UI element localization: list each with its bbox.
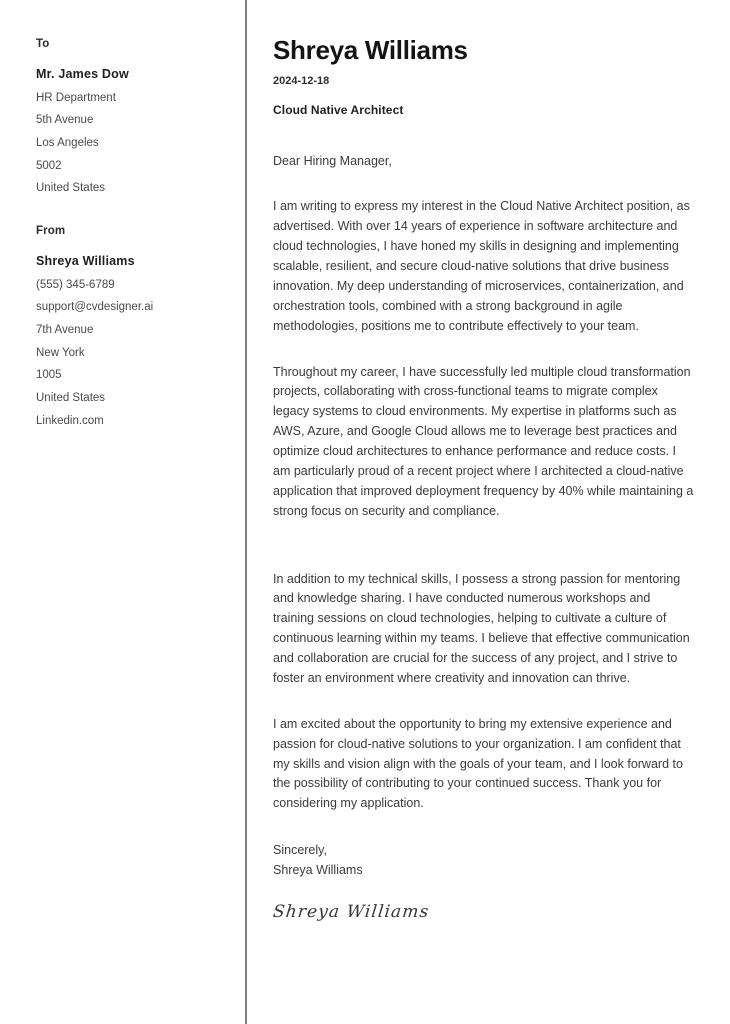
recipient-line: HR Department <box>36 91 116 104</box>
closing-name: Shreya Williams <box>273 863 363 878</box>
sender-line: United States <box>36 392 106 405</box>
letter-body: Shreya Williams 2024-12-18 Cloud Native … <box>246 0 730 1024</box>
sender-line: 7th Avenue <box>36 324 94 337</box>
recipient-line: Los Angeles <box>36 137 99 150</box>
recipient-line: United States <box>36 182 106 195</box>
sender-label: From <box>36 225 66 238</box>
recipient-line: 5th Avenue <box>36 114 94 127</box>
letter-job-title: Cloud Native Architect <box>273 103 404 118</box>
sender-name: Shreya Williams <box>36 253 135 268</box>
sender-email: support@cvdesigner.ai <box>36 301 154 314</box>
letter-paragraph: In addition to my technical skills, I po… <box>273 571 690 685</box>
recipient-line: 5002 <box>36 159 62 172</box>
sender-block: From Shreya Williams (555) 345-6789 supp… <box>36 225 226 429</box>
letter-salutation: Dear Hiring Manager, <box>273 154 392 169</box>
recipient-block: To Mr. James Dow HR Department 5th Avenu… <box>36 38 226 197</box>
letter-paragraph: I am excited about the opportunity to br… <box>273 716 683 811</box>
signature: Shreya Williams <box>271 902 431 923</box>
letter-paragraph: Throughout my career, I have successfull… <box>273 364 694 518</box>
contact-sidebar: To Mr. James Dow HR Department 5th Avenu… <box>0 0 247 1024</box>
letter-closing: Sincerely, Shreya Williams <box>273 840 694 880</box>
sender-phone: (555) 345-6789 <box>36 278 115 291</box>
letter-paragraph: I am writing to express my interest in t… <box>273 199 690 333</box>
letter-date: 2024-12-18 <box>273 74 330 87</box>
sender-website: Linkedin.com <box>36 414 104 427</box>
recipient-name: Mr. James Dow <box>36 66 129 81</box>
column-divider <box>245 0 247 1024</box>
sender-line: 1005 <box>36 369 62 382</box>
closing-salutation: Sincerely, <box>273 843 327 858</box>
sender-line: New York <box>36 346 85 359</box>
cover-letter-page: To Mr. James Dow HR Department 5th Avenu… <box>0 0 730 1024</box>
letter-author-name: Shreya Williams <box>273 35 468 65</box>
recipient-label: To <box>36 38 50 50</box>
